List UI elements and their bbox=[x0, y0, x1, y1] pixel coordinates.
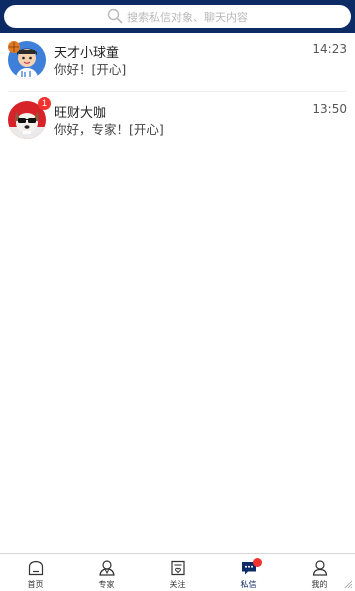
expert-icon bbox=[98, 560, 115, 576]
follow-icon bbox=[170, 560, 185, 576]
unread-badge: 1 bbox=[38, 97, 51, 110]
home-icon bbox=[28, 560, 43, 576]
search-input[interactable]: 搜索私信对象、聊天内容 bbox=[4, 5, 351, 28]
conversation-list: 天才小球童 你好！[开心] 14:23 1 旺财大咖 你好，专家！[开心] 13… bbox=[0, 33, 355, 150]
tab-label: 我的 bbox=[311, 580, 328, 589]
conversation-last-message: 你好，专家！[开心] bbox=[54, 122, 164, 137]
tab-label: 私信 bbox=[240, 580, 257, 589]
notification-dot bbox=[253, 558, 262, 567]
resize-grip-icon[interactable] bbox=[343, 579, 353, 589]
tab-messages[interactable]: 私信 bbox=[213, 554, 284, 591]
profile-icon bbox=[312, 560, 327, 576]
tab-follow[interactable]: 关注 bbox=[142, 554, 213, 591]
conversation-last-message: 你好！[开心] bbox=[54, 62, 127, 77]
top-header: 搜索私信对象、聊天内容 bbox=[0, 0, 355, 33]
conversation-item[interactable]: 1 旺财大咖 你好，专家！[开心] 13:50 bbox=[8, 92, 347, 150]
avatar bbox=[8, 41, 46, 79]
bottom-tab-bar: 首页 专家 关注 私信 我的 bbox=[0, 553, 355, 591]
tab-label: 专家 bbox=[98, 580, 115, 589]
search-icon bbox=[107, 8, 123, 23]
conversation-time: 13:50 bbox=[312, 102, 347, 116]
tab-expert[interactable]: 专家 bbox=[71, 554, 142, 591]
conversation-time: 14:23 bbox=[312, 42, 347, 56]
conversation-item[interactable]: 天才小球童 你好！[开心] 14:23 bbox=[8, 33, 347, 92]
tab-label: 首页 bbox=[27, 580, 44, 589]
tab-label: 关注 bbox=[169, 580, 186, 589]
search-placeholder: 搜索私信对象、聊天内容 bbox=[127, 10, 248, 24]
tab-home[interactable]: 首页 bbox=[0, 554, 71, 591]
